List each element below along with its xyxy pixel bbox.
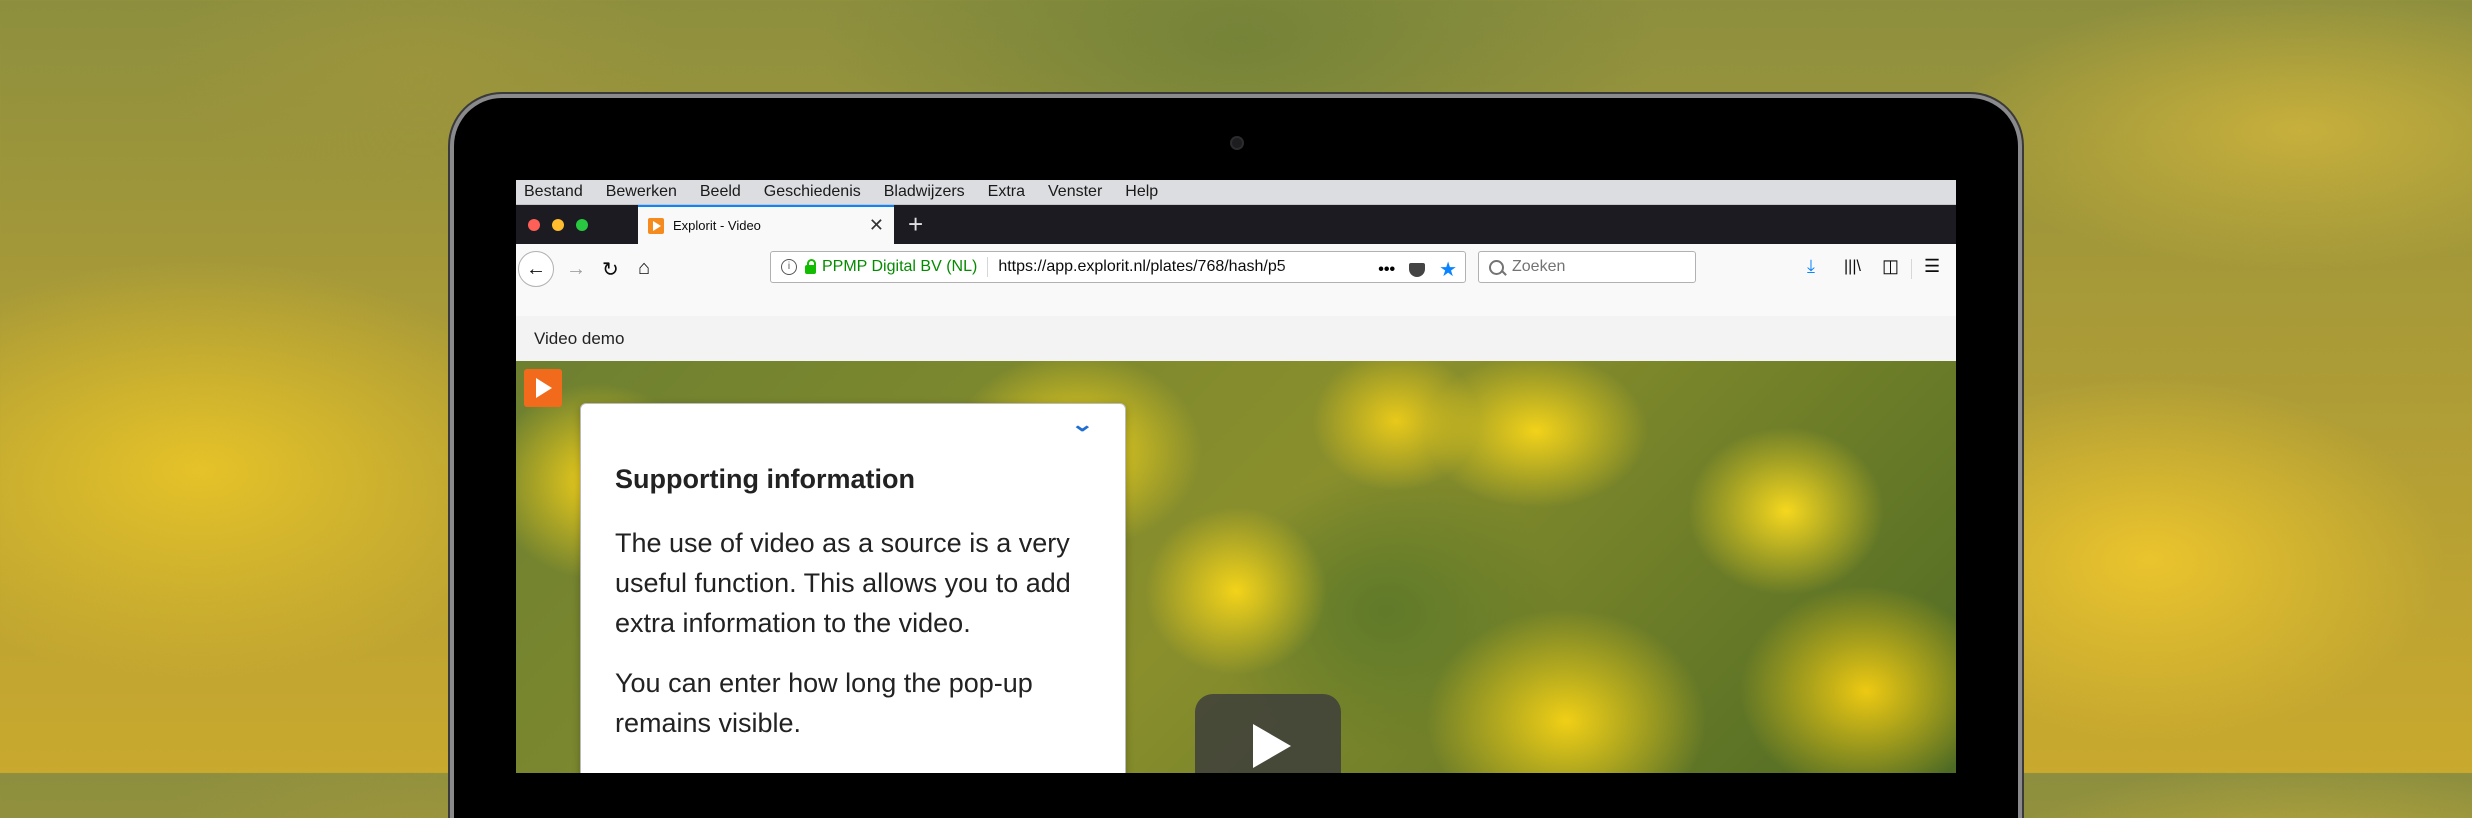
tab-strip: Explorit - Video ✕ + — [516, 205, 1956, 244]
reload-icon[interactable]: ↻ — [602, 257, 619, 282]
menu-bestand[interactable]: Bestand — [524, 183, 583, 201]
screen: Bestand Bewerken Beeld Geschiedenis Blad… — [516, 180, 1956, 773]
window-zoom-button[interactable] — [576, 219, 588, 231]
window-minimize-button[interactable] — [552, 219, 564, 231]
menu-venster[interactable]: Venster — [1048, 183, 1102, 201]
menu-bewerken[interactable]: Bewerken — [606, 183, 677, 201]
url-bar[interactable]: i PPMP Digital BV (NL) https://app.explo… — [770, 251, 1466, 283]
explorit-logo-icon — [524, 369, 562, 407]
search-icon — [1489, 259, 1504, 275]
popup-paragraph-1: The use of video as a source is a very u… — [615, 528, 1071, 638]
menu-bladwijzers[interactable]: Bladwijzers — [884, 183, 965, 201]
chevron-down-icon[interactable]: ⌄ — [1071, 412, 1094, 437]
url-text[interactable]: https://app.explorit.nl/plates/768/hash/… — [998, 258, 1328, 276]
popup-title: Supporting information — [615, 464, 915, 494]
back-arrow-icon[interactable]: ← — [518, 251, 554, 287]
info-popup: ⌄ Supporting information The use of vide… — [580, 403, 1126, 773]
close-tab-icon[interactable]: ✕ — [869, 215, 884, 236]
search-input[interactable]: Zoeken — [1478, 251, 1696, 283]
favicon-icon — [648, 217, 664, 234]
search-placeholder: Zoeken — [1512, 258, 1566, 275]
tab-title: Explorit - Video — [673, 218, 761, 233]
home-icon[interactable]: ⌂ — [638, 257, 650, 280]
menu-beeld[interactable]: Beeld — [700, 183, 741, 201]
video-player[interactable]: ⌄ Supporting information The use of vide… — [516, 361, 1956, 773]
info-icon[interactable]: i — [781, 259, 797, 275]
hamburger-menu-icon[interactable]: ☰ — [1924, 256, 1940, 277]
url-actions: ••• ★ — [1378, 257, 1457, 282]
pocket-icon[interactable] — [1409, 262, 1426, 277]
sidebar-icon[interactable]: ◫ — [1882, 256, 1899, 277]
play-button[interactable] — [1195, 694, 1341, 773]
menu-bar: Bestand Bewerken Beeld Geschiedenis Blad… — [516, 180, 1956, 205]
forward-arrow-icon[interactable]: → — [566, 258, 586, 281]
more-icon[interactable]: ••• — [1378, 261, 1395, 279]
webcam — [1232, 138, 1242, 148]
library-icon[interactable]: |||\ — [1844, 258, 1861, 276]
menu-help[interactable]: Help — [1125, 183, 1158, 201]
menu-extra[interactable]: Extra — [988, 183, 1025, 201]
window-close-button[interactable] — [528, 219, 540, 231]
new-tab-button[interactable]: + — [908, 209, 923, 240]
page-title: Video demo — [534, 328, 625, 348]
toolbar-divider — [1911, 259, 1912, 279]
site-identity[interactable]: PPMP Digital BV (NL) — [822, 257, 989, 277]
download-icon[interactable]: ⤓ — [1807, 256, 1815, 277]
tab-explorit-video[interactable]: Explorit - Video ✕ — [638, 205, 894, 244]
popup-paragraph-2: You can enter how long the pop-up remain… — [615, 668, 1033, 738]
menu-geschiedenis[interactable]: Geschiedenis — [764, 183, 861, 201]
page-header: Video demo — [516, 316, 1956, 361]
navigation-toolbar: ← → ↻ ⌂ i PPMP Digital BV (NL) https://a… — [516, 244, 1956, 317]
bookmark-star-icon[interactable]: ★ — [1439, 257, 1457, 282]
lock-icon — [805, 258, 816, 274]
